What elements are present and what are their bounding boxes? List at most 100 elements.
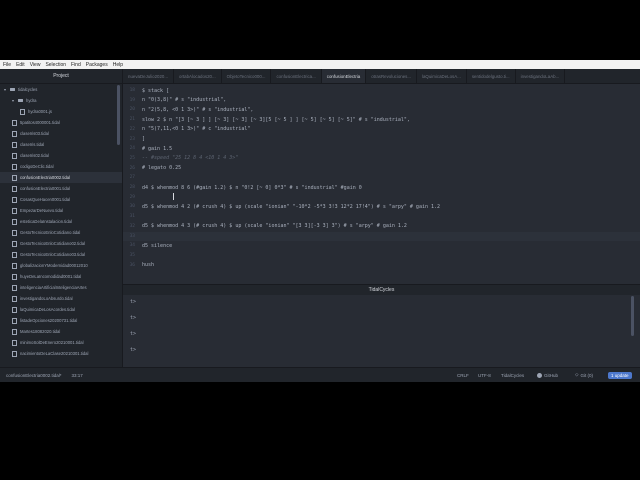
chevron-down-icon[interactable]: ▾ [12, 98, 16, 103]
line-number: 20 [129, 107, 135, 113]
status-git[interactable]: ⬦ Git (0) [575, 368, 593, 382]
status-grammar[interactable]: TidalCycles [501, 368, 524, 382]
menu-view[interactable]: View [30, 62, 41, 68]
status-cursor-position[interactable]: 33:17 [72, 373, 83, 378]
tree-file-item[interactable]: esteticaDelaInstalacion.tidal [0, 216, 122, 227]
tab[interactable]: ObjetoTecnico000... [222, 69, 272, 83]
tree-item-label: esteticaDelaInstalacion.tidal [20, 219, 72, 224]
tab[interactable]: investigandoLaAb... [516, 69, 566, 83]
tab[interactable]: confusionElectrica... [271, 69, 322, 83]
tree-file-item[interactable]: Martes18082020.tidal [0, 326, 122, 337]
file-icon [20, 108, 25, 115]
file-icon [12, 196, 17, 203]
tree-file-item[interactable]: confusionElectria0001.tidal [0, 183, 122, 194]
code-line[interactable]: 30 d5 $ whenmod 4 2 (# crush 4) $ up (sca… [123, 202, 640, 211]
file-icon [12, 119, 17, 126]
tree-item-label: GestoTecnicoEnloCotidiano03.tidal [20, 252, 85, 257]
code-line[interactable]: 35 [123, 251, 640, 260]
tree-folder-item[interactable]: ▾ tidalcycles [0, 84, 122, 95]
code-line[interactable]: 20 n "2(5,8, <0 1 3>)" # s "industrial", [123, 105, 640, 114]
tree-item-label: GestoTecnicoEnloCotidiano.tidal [20, 230, 81, 235]
tree-file-item[interactable]: claseIris02.tidal [0, 150, 122, 161]
code-line[interactable]: 25 -- #speed "25 12 8 4 <10 1 4 3>" [123, 154, 640, 163]
file-icon [12, 273, 17, 280]
console-scrollbar[interactable] [631, 296, 634, 336]
menu-packages[interactable]: Packages [86, 62, 108, 68]
line-number: 31 [129, 214, 135, 220]
code-line[interactable]: 29 [123, 193, 640, 202]
code-text: n "2(5,8, <0 1 3>)" # s "industrial", [142, 106, 254, 113]
tree-file-item[interactable]: hydra0001.js [0, 106, 122, 117]
tree-item-label: GestoTecnicoEnloCotidiano02.tidal [20, 241, 85, 246]
line-number: 28 [129, 185, 135, 190]
menu-help[interactable]: Help [113, 62, 123, 68]
status-encoding[interactable]: UTF-8 [478, 368, 491, 382]
code-text: d4 $ whenmod 8 6 (#gain 1.2) $ n "0!2 [~… [142, 184, 362, 191]
tree-file-item[interactable]: huyeDeLaIncomodidad0001.tidal [0, 271, 122, 282]
project-scrollbar[interactable] [117, 85, 120, 145]
tree-file-item[interactable]: 5patitos4000001.tidal [0, 117, 122, 128]
status-update[interactable]: 1 update [608, 368, 632, 382]
tree-file-item[interactable]: EmpezarDeNuevo.tidal [0, 205, 122, 216]
code-line[interactable]: 21 slow 2 $ n "[3 [~ 3 ] ] [~ 3] [~ 3] [~… [123, 115, 640, 124]
tab[interactable]: sentidodelgusto.ti... [467, 69, 516, 83]
file-icon [12, 350, 17, 357]
tree-file-item[interactable]: inteligenciaArtificialInteligenciaArtes [0, 282, 122, 293]
code-line[interactable]: 31 [123, 212, 640, 221]
tree-file-item[interactable]: minimoSolDeEnero20210001.tidal [0, 337, 122, 348]
tab[interactable]: otrasRevoluciones... [366, 69, 417, 83]
code-editor[interactable]: 18 $ stack [19 n "0(3,8)" # s "industrial"… [123, 84, 640, 276]
code-line[interactable]: 34 d5 silence [123, 241, 640, 250]
console-prompt: t> [130, 315, 137, 321]
tab[interactable]: nuevaDeJulio2020... [123, 69, 175, 83]
tree-item-label: claseIris.tidal [20, 142, 45, 147]
tree-file-item[interactable]: laQuimicaDeLosAcordes.tidal [0, 304, 122, 315]
tree-folder-item[interactable]: ▾ hydra [0, 95, 122, 106]
code-line[interactable]: 33 [123, 231, 640, 241]
menu-selection[interactable]: Selection [45, 62, 66, 68]
tree-file-item[interactable]: GestoTecnicoEnloCotidiano.tidal [0, 227, 122, 238]
tab[interactable]: laQuimicaDeLosA... [417, 69, 467, 83]
tree-item-label: investigandoLoAbsurdo.tidal [20, 296, 73, 301]
tree-file-item[interactable]: listadeOpciones20200731.tidal [0, 315, 122, 326]
tree-file-item[interactable]: investigandoLoAbsurdo.tidal [0, 293, 122, 304]
code-line[interactable]: 18 $ stack [ [123, 86, 640, 95]
tree-file-item[interactable]: codigoDeClic.tidal [0, 161, 122, 172]
code-line[interactable]: 23] [123, 135, 640, 144]
tidal-console[interactable]: t> t> t> t> [123, 295, 640, 367]
line-number: 34 [129, 243, 135, 249]
code-text: $ stack [ [142, 87, 170, 94]
file-tree: ▾ tidalcycles ▾ hydra hydra0001.js 5patitos40… [0, 84, 122, 359]
code-line[interactable]: 28 d4 $ whenmod 8 6 (#gain 1.2) $ n "0!2 … [123, 183, 640, 192]
menu-find[interactable]: Find [71, 62, 81, 68]
tree-file-item[interactable]: GestoTecnicoEnloCotidiano03.tidal [0, 249, 122, 260]
status-file-name[interactable]: confusionElectria0002.tidal* [6, 373, 62, 378]
tab[interactable]: ortabAlocados20... [174, 69, 222, 83]
tree-file-item[interactable]: confusionElectria0002.tidal [0, 172, 122, 183]
code-line[interactable]: 22 n "5(7,11,<0 1 3>)" # c "industrial" [123, 125, 640, 134]
tree-file-item[interactable]: nacimientoDeLaClase20210301.tidal [0, 348, 122, 359]
file-icon [12, 306, 17, 313]
status-github[interactable]: GitHub [537, 368, 558, 382]
code-line[interactable]: 36 hush [123, 261, 640, 270]
tree-file-item[interactable]: CosasQueHacen0001.tidal [0, 194, 122, 205]
tree-file-item[interactable]: GestoTecnicoEnloCotidiano02.tidal [0, 238, 122, 249]
code-line[interactable]: 19 n "0(3,8)" # s "industrial", [123, 96, 640, 105]
code-line[interactable]: 27 [123, 173, 640, 182]
chevron-down-icon[interactable]: ▾ [4, 87, 8, 92]
code-line[interactable]: 32 d5 $ whenmod 4 3 (# crush 4) $ up (sca… [123, 222, 640, 231]
update-badge[interactable]: 1 update [608, 371, 632, 379]
menu-edit[interactable]: Edit [16, 62, 25, 68]
menu-file[interactable]: File [3, 62, 11, 68]
line-number: 26 [129, 165, 135, 171]
code-line[interactable]: 24 # gain 1.5 [123, 144, 640, 153]
file-icon [12, 218, 17, 225]
status-line-ending[interactable]: CRLF [457, 368, 469, 382]
tree-file-item[interactable]: claseIris03.tidal [0, 128, 122, 139]
status-github-label: GitHub [544, 372, 559, 378]
tab-active[interactable]: confusionElectria [321, 69, 367, 83]
file-icon [12, 240, 17, 247]
tree-file-item[interactable]: claseIris.tidal [0, 139, 122, 150]
tree-file-item[interactable]: globalizacionYModernidad00012010 [0, 260, 122, 271]
code-line[interactable]: 26 # legato 0.25 [123, 164, 640, 173]
